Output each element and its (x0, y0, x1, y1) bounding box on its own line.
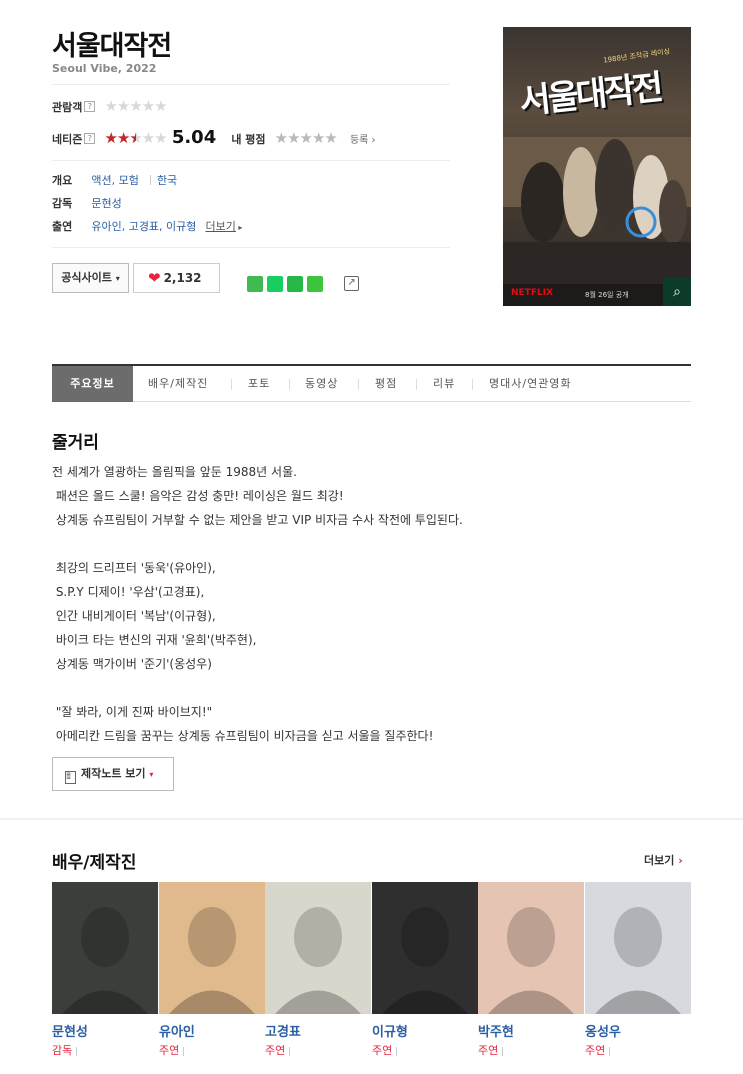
genre-link[interactable]: 액션 (91, 174, 111, 187)
tab-photo[interactable]: 포토 (248, 366, 270, 402)
cast-photo[interactable] (159, 882, 265, 1014)
overview-label: 개요 (52, 174, 73, 187)
director-link[interactable]: 문현성 (91, 197, 121, 210)
synopsis-text: 전 세계가 열광하는 올림픽을 앞둔 1988년 서울. 패션은 올드 스쿨! … (52, 465, 463, 743)
heart-icon: ❤ (148, 269, 161, 287)
chevron-right-icon: › (678, 854, 683, 867)
cast-photo[interactable] (52, 882, 158, 1014)
cast-photo[interactable] (372, 882, 478, 1014)
cast-name[interactable]: 박주현 (478, 1021, 514, 1040)
cast-name[interactable]: 고경표 (265, 1021, 301, 1040)
cast-role-row: 주연 (585, 1042, 611, 1058)
netflix-logo: NETFLIX (511, 288, 553, 298)
tab-bar: 주요정보 배우/제작진 포토 동영상 평점 리뷰 명대사/연관영화 (52, 364, 691, 402)
netizen-stars: ★★★★★★★★★★ (104, 129, 167, 147)
cast-role-row: 주연 (159, 1042, 185, 1058)
audience-label: 관람객 (52, 101, 83, 114)
official-site-button[interactable]: 공식사이트 ▾ (52, 263, 129, 293)
person-silhouette (62, 907, 148, 1014)
movie-poster[interactable]: 1988년 조작급 레이싱 서울대작전 NETFLIX 8월 26일 공개 ⌕ (503, 27, 691, 306)
cast-role: 주연 (265, 1044, 286, 1057)
production-note-button[interactable]: ≡ ≡ 제작노트 보기 ▾ (52, 757, 174, 791)
share-icons: ↗ (247, 276, 360, 296)
cast-label: 출연 (52, 220, 73, 233)
movie-subtitle: Seoul Vibe, 2022 (52, 62, 157, 75)
cast-role: 주연 (159, 1044, 180, 1057)
cast-name[interactable]: 유아인 (159, 1021, 195, 1040)
cast-role: 감독 (52, 1044, 73, 1057)
line-share-icon[interactable] (307, 276, 323, 292)
director-label: 감독 (52, 197, 73, 210)
person-silhouette (275, 907, 361, 1014)
overview-row: 개요 액션, 모험 한국 (52, 174, 178, 187)
like-button[interactable]: ❤ 2,132 (133, 263, 220, 293)
divider (52, 160, 450, 161)
person-silhouette (382, 907, 468, 1014)
tab-quotes-related[interactable]: 명대사/연관영화 (489, 366, 572, 402)
my-rating-label: 내 평점 (231, 133, 266, 146)
cafe-share-icon[interactable] (287, 276, 303, 292)
caret-right-icon: ▸ (235, 223, 243, 232)
person-silhouette (169, 907, 255, 1014)
cast-name[interactable]: 옹성우 (585, 1021, 621, 1040)
blog-share-icon[interactable] (267, 276, 283, 292)
cast-section-heading: 배우/제작진 (52, 853, 137, 873)
divider (52, 84, 450, 85)
movie-title: 서울대작전 (52, 31, 172, 62)
help-icon[interactable]: ? (84, 101, 96, 112)
synopsis-heading: 줄거리 (52, 433, 99, 453)
cast-more-link[interactable]: 더보기 (206, 220, 236, 233)
cast-role-row: 감독 (52, 1042, 78, 1058)
person-silhouette (595, 907, 681, 1014)
netizen-rating-row: 네티즌? ★★★★★★★★★★ 5.04 내 평점 ★★★★★ 등록 › (52, 127, 452, 151)
netizen-label: 네티즌 (52, 133, 83, 146)
cast-photo[interactable] (585, 882, 691, 1014)
cast-role: 주연 (372, 1044, 393, 1057)
section-divider (0, 818, 743, 820)
cast-row: 출연 유아인, 고경표, 이규형 더보기 ▸ (52, 215, 242, 234)
divider (52, 247, 450, 248)
cast-more-link[interactable]: 더보기 › (644, 852, 683, 868)
chevron-down-icon: ▾ (115, 274, 120, 283)
tab-rating[interactable]: 평점 (375, 366, 397, 402)
cast-role-row: 주연 (265, 1042, 291, 1058)
cast-role-row: 주연 (372, 1042, 398, 1058)
cast-photo[interactable] (265, 882, 371, 1014)
tab-main-info[interactable]: 주요정보 (52, 366, 133, 402)
cast-role-row: 주연 (478, 1042, 504, 1058)
my-rating-stars[interactable]: ★★★★★ (275, 131, 338, 146)
share-icon[interactable]: ↗ (344, 276, 360, 291)
country-link[interactable]: 한국 (157, 174, 177, 187)
audience-rating-row: 관람객? ★★★★★★★★★★ (52, 96, 168, 115)
person-silhouette (488, 907, 574, 1014)
chevron-down-icon: ▾ (149, 770, 154, 779)
poster-date: 8월 26일 공개 (585, 291, 629, 299)
netizen-score: 5.04 (171, 127, 217, 148)
document-icon: ≡ ≡ (65, 771, 76, 784)
cast-links[interactable]: 유아인, 고경표, 이규형 (91, 220, 196, 233)
cast-name[interactable]: 이규형 (372, 1021, 408, 1040)
cast-name[interactable]: 문현성 (52, 1021, 88, 1040)
director-row: 감독 문현성 (52, 192, 122, 211)
tab-review[interactable]: 리뷰 (433, 366, 455, 402)
genre-link[interactable]: 모험 (119, 174, 139, 187)
tab-cast-crew[interactable]: 배우/제작진 (148, 366, 208, 402)
audience-stars: ★★★★★★★★★★ (104, 97, 167, 115)
cast-role: 주연 (585, 1044, 606, 1057)
band-share-icon[interactable] (247, 276, 263, 292)
tab-video[interactable]: 동영상 (305, 366, 338, 402)
register-rating-link[interactable]: 등록 › (350, 135, 376, 146)
cast-role: 주연 (478, 1044, 499, 1057)
like-count: 2,132 (163, 271, 202, 285)
help-icon[interactable]: ? (84, 133, 96, 144)
cast-photo[interactable] (478, 882, 584, 1014)
zoom-search-icon[interactable]: ⌕ (663, 278, 691, 306)
